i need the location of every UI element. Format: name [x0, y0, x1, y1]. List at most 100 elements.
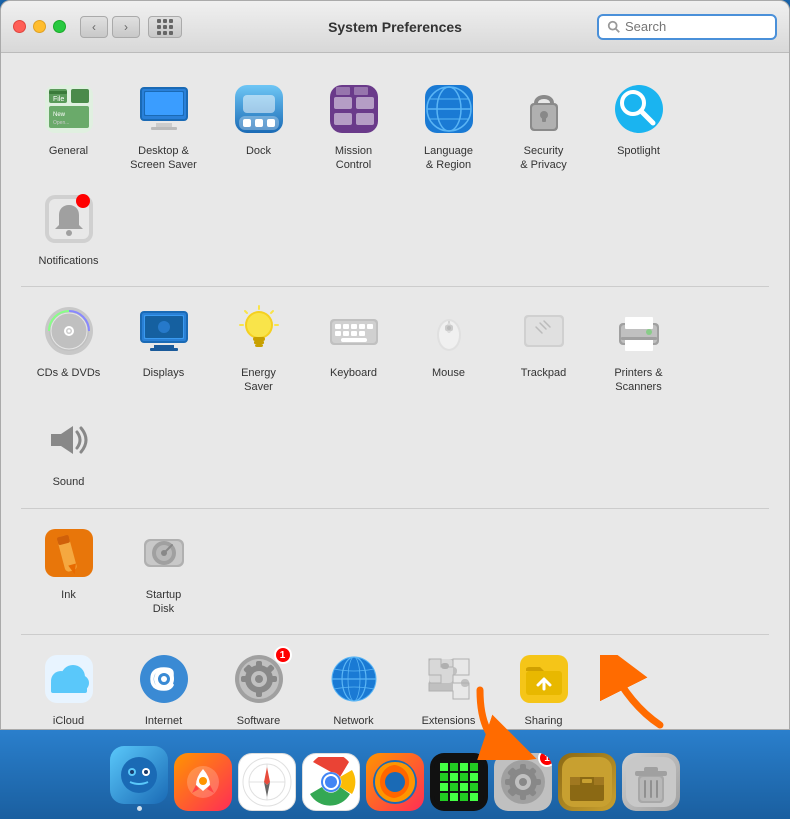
pref-item-sharing[interactable]: Sharing	[496, 639, 591, 729]
startup-label: StartupDisk	[146, 588, 181, 617]
personal-grid: File New Open... General	[21, 69, 769, 274]
pref-item-mission[interactable]: MissionControl	[306, 69, 401, 179]
pref-item-spotlight[interactable]: Spotlight	[591, 69, 686, 179]
firefox-dock-icon	[366, 753, 424, 811]
search-box[interactable]	[597, 14, 777, 40]
pref-item-dock[interactable]: Dock	[211, 69, 306, 179]
hardware2-section: Ink	[21, 513, 769, 636]
pref-item-sound[interactable]: Sound	[21, 400, 116, 495]
network-label: Network	[333, 714, 373, 728]
back-button[interactable]: ‹	[80, 16, 108, 38]
dock-item-safari[interactable]	[238, 753, 296, 811]
pref-item-general[interactable]: File New Open... General	[21, 69, 116, 179]
printers-icon	[609, 301, 669, 361]
search-icon	[607, 20, 621, 34]
icloud-icon	[39, 649, 99, 709]
dock-item-sysprefs[interactable]: 1	[494, 753, 552, 811]
hardware-grid: CDs & DVDs	[21, 291, 769, 496]
ink-icon	[39, 523, 99, 583]
sound-icon	[39, 410, 99, 470]
launchpad-dock-icon	[174, 753, 232, 811]
extensions-icon	[419, 649, 479, 709]
pref-item-trackpad[interactable]: Trackpad	[496, 291, 591, 401]
softwareupdate-badge: 1	[274, 646, 292, 664]
desktop-label: Desktop &Screen Saver	[130, 144, 197, 173]
dock-item-launchpad[interactable]	[174, 753, 232, 811]
energy-icon	[229, 301, 289, 361]
pref-item-displays[interactable]: Displays	[116, 291, 211, 401]
content-area: File New Open... General	[1, 53, 789, 729]
language-label: Language& Region	[424, 144, 473, 173]
window-title: System Preferences	[328, 19, 462, 35]
dock-item-chrome[interactable]	[302, 753, 360, 811]
pref-item-network[interactable]: Network	[306, 639, 401, 729]
sound-label: Sound	[53, 475, 85, 489]
dock-icon-pref	[229, 79, 289, 139]
trash-dock-icon	[622, 753, 680, 811]
internet-grid: iCloud Intern	[21, 639, 769, 729]
sharing-icon	[514, 649, 574, 709]
pref-item-notifications[interactable]: Notifications	[21, 179, 116, 274]
keyboard-label: Keyboard	[330, 366, 377, 380]
nav-buttons: ‹ ›	[80, 16, 140, 38]
downloads-dock-icon	[558, 753, 616, 811]
titlebar: ‹ › System Preferences	[1, 1, 789, 53]
finder-active-dot	[137, 806, 142, 811]
displays-icon	[134, 301, 194, 361]
hardware2-grid: Ink	[21, 513, 769, 623]
pref-item-printers[interactable]: Printers &Scanners	[591, 291, 686, 401]
pixelmate-dock-icon	[430, 753, 488, 811]
pref-item-desktop[interactable]: Desktop &Screen Saver	[116, 69, 211, 179]
dock-item-downloads[interactable]	[558, 753, 616, 811]
dock-item-trash[interactable]	[622, 753, 680, 811]
pref-item-ink[interactable]: Ink	[21, 513, 116, 623]
pref-item-cds[interactable]: CDs & DVDs	[21, 291, 116, 401]
pref-item-softwareupdate[interactable]: 1 SoftwareUpdate	[211, 639, 306, 729]
network-icon	[324, 649, 384, 709]
grid-view-button[interactable]	[148, 16, 182, 38]
notifications-label: Notifications	[39, 254, 99, 268]
startup-icon	[134, 523, 194, 583]
close-button[interactable]	[13, 20, 26, 33]
ink-label: Ink	[61, 588, 76, 602]
pref-item-security[interactable]: Security& Privacy	[496, 69, 591, 179]
minimize-button[interactable]	[33, 20, 46, 33]
internet-section: iCloud Intern	[21, 639, 769, 729]
keyboard-icon	[324, 301, 384, 361]
hardware-section: CDs & DVDs	[21, 291, 769, 509]
pref-item-keyboard[interactable]: Keyboard	[306, 291, 401, 401]
cds-label: CDs & DVDs	[37, 366, 101, 380]
pref-item-mouse[interactable]: Mouse	[401, 291, 496, 401]
mouse-icon	[419, 301, 479, 361]
softwareupdate-icon: 1	[229, 649, 289, 709]
general-label: General	[49, 144, 88, 158]
pref-item-icloud[interactable]: iCloud	[21, 639, 116, 729]
safari-dock-icon	[238, 753, 296, 811]
svg-text:Open...: Open...	[53, 120, 69, 126]
forward-button[interactable]: ›	[112, 16, 140, 38]
dock-label: Dock	[246, 144, 271, 158]
spotlight-icon	[609, 79, 669, 139]
mission-icon	[324, 79, 384, 139]
internet-label: InternetAccounts	[141, 714, 186, 729]
dock-item-pixelmate[interactable]	[430, 753, 488, 811]
dock-item-finder[interactable]	[110, 746, 168, 811]
sysprefs-dock-icon: 1	[494, 753, 552, 811]
search-input[interactable]	[625, 19, 767, 34]
mouse-label: Mouse	[432, 366, 465, 380]
mission-label: MissionControl	[335, 144, 372, 173]
security-icon	[514, 79, 574, 139]
dock-item-firefox[interactable]	[366, 753, 424, 811]
pref-item-energy[interactable]: EnergySaver	[211, 291, 306, 401]
trackpad-icon	[514, 301, 574, 361]
pref-item-startup[interactable]: StartupDisk	[116, 513, 211, 623]
maximize-button[interactable]	[53, 20, 66, 33]
pref-item-extensions[interactable]: Extensions	[401, 639, 496, 729]
sharing-label: Sharing	[525, 714, 563, 728]
pref-item-language[interactable]: Language& Region	[401, 69, 496, 179]
chrome-dock-icon	[302, 753, 360, 811]
pref-item-internet[interactable]: InternetAccounts	[116, 639, 211, 729]
desktop-icon	[134, 79, 194, 139]
extensions-label: Extensions	[422, 714, 476, 728]
internet-icon	[134, 649, 194, 709]
